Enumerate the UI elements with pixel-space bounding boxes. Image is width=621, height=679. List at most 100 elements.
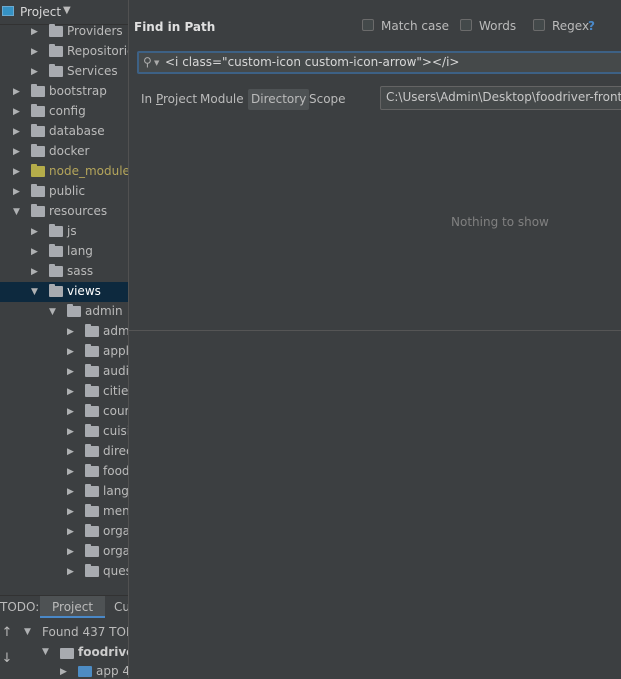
chevron-down-icon[interactable]: ▼ — [13, 206, 23, 218]
preview-splitter[interactable] — [129, 330, 621, 331]
chevron-right-icon[interactable]: ▶ — [67, 546, 77, 558]
chevron-right-icon[interactable]: ▶ — [31, 26, 41, 38]
chevron-right-icon[interactable]: ▶ — [13, 146, 23, 158]
chevron-right-icon[interactable]: ▶ — [67, 346, 77, 358]
chevron-right-icon[interactable]: ▶ — [67, 506, 77, 518]
words-checkbox[interactable]: Words — [460, 18, 520, 36]
tree-item[interactable]: ▼ admin — [0, 302, 128, 322]
tree-item[interactable]: ▶ cuisi — [0, 422, 128, 442]
tree-item[interactable]: ▶ lang — [0, 242, 128, 262]
search-input[interactable]: ⚲ ▼ <i class="custom-icon custom-icon-ar… — [137, 51, 621, 74]
chevron-right-icon[interactable]: ▶ — [13, 186, 23, 198]
chevron-right-icon[interactable]: ▶ — [31, 66, 41, 78]
todo-app-label[interactable]: app 4 — [96, 664, 130, 678]
arrow-up-icon[interactable]: ↑ — [0, 625, 14, 641]
chevron-right-icon[interactable]: ▶ — [13, 86, 23, 98]
search-input-value[interactable]: <i class="custom-icon custom-icon-arrow"… — [165, 55, 459, 69]
checkbox-box[interactable] — [460, 19, 472, 31]
tree-item[interactable]: ▶ js — [0, 222, 128, 242]
directory-input[interactable]: C:\Users\Admin\Desktop\foodriver-front-a… — [380, 86, 621, 110]
tree-item[interactable]: ▶ Services — [0, 62, 128, 82]
chevron-right-icon[interactable]: ▶ — [13, 126, 23, 138]
chevron-down-icon[interactable]: ▼ — [24, 627, 31, 637]
todo-title: TODO: — [0, 600, 40, 614]
chevron-right-icon[interactable]: ▶ — [67, 386, 77, 398]
tree-item-label: audi — [103, 364, 128, 378]
chevron-right-icon[interactable]: ▶ — [67, 526, 77, 538]
tree-item[interactable]: ▶ config — [0, 102, 128, 122]
chevron-right-icon[interactable]: ▶ — [67, 366, 77, 378]
project-view-title[interactable]: Project — [20, 5, 61, 19]
tree-item[interactable]: ▶ adm — [0, 322, 128, 342]
regex-label[interactable]: Regex — [552, 19, 589, 33]
checkbox-box[interactable] — [533, 19, 545, 31]
tree-item[interactable]: ▶ appl — [0, 342, 128, 362]
folder-icon — [49, 264, 63, 277]
scope-tab-scope[interactable]: Scope — [306, 89, 349, 110]
chevron-down-icon[interactable]: ▼ — [31, 286, 41, 298]
chevron-right-icon[interactable]: ▶ — [13, 166, 23, 178]
tree-item[interactable]: ▶ node_modules — [0, 162, 128, 182]
tree-item[interactable]: ▶ database — [0, 122, 128, 142]
tree-item[interactable]: ▶ direc — [0, 442, 128, 462]
tree-item[interactable]: ▶ food — [0, 462, 128, 482]
tree-item[interactable]: ▶ Repositorie — [0, 42, 128, 62]
folder-icon — [85, 504, 99, 517]
tree-item[interactable]: ▶ orga — [0, 522, 128, 542]
chevron-right-icon[interactable]: ▶ — [67, 326, 77, 338]
regex-checkbox[interactable]: Regex ? — [533, 18, 603, 36]
folder-icon — [49, 224, 63, 237]
checkbox-box[interactable] — [362, 19, 374, 31]
folder-icon — [85, 364, 99, 377]
tree-item-label: food — [103, 464, 128, 478]
tree-item[interactable]: ▼ resources — [0, 202, 128, 222]
chevron-right-icon[interactable]: ▶ — [67, 446, 77, 458]
scope-tab-module[interactable]: Module — [197, 89, 247, 110]
tree-item[interactable]: ▶ ques — [0, 562, 128, 582]
scope-tab-directory[interactable]: Directory — [248, 89, 310, 110]
chevron-right-icon[interactable]: ▶ — [67, 566, 77, 578]
tree-item[interactable]: ▶ bootstrap — [0, 82, 128, 102]
regex-help-icon[interactable]: ? — [588, 19, 595, 33]
tab-project[interactable]: Project — [40, 596, 106, 618]
match-case-label[interactable]: Match case — [381, 19, 449, 33]
tree-item-label: Services — [67, 64, 118, 78]
tree-item[interactable]: ▶ cities — [0, 382, 128, 402]
tree-item[interactable]: ▶ orga — [0, 542, 128, 562]
tree-item[interactable]: ▶ Providers — [0, 22, 128, 42]
folder-icon — [85, 424, 99, 437]
chevron-right-icon[interactable]: ▶ — [67, 486, 77, 498]
search-icon[interactable]: ⚲ — [143, 55, 152, 69]
chevron-right-icon[interactable]: ▶ — [31, 266, 41, 278]
chevron-right-icon[interactable]: ▶ — [67, 426, 77, 438]
words-label[interactable]: Words — [479, 19, 516, 33]
match-case-checkbox[interactable]: Match case — [362, 18, 452, 36]
tree-item[interactable]: ▶ langu — [0, 482, 128, 502]
tree-item[interactable]: ▶ public — [0, 182, 128, 202]
chevron-right-icon[interactable]: ▶ — [31, 226, 41, 238]
search-history-dropdown-icon[interactable]: ▼ — [154, 59, 159, 67]
chevron-right-icon[interactable]: ▶ — [31, 246, 41, 258]
tree-item[interactable]: ▶ audi — [0, 362, 128, 382]
chevron-right-icon[interactable]: ▶ — [67, 466, 77, 478]
tree-item-label: node_modules — [49, 164, 128, 178]
chevron-right-icon[interactable]: ▶ — [67, 406, 77, 418]
tree-item[interactable]: ▶ men — [0, 502, 128, 522]
arrow-down-icon[interactable]: ↓ — [0, 651, 14, 667]
tree-item-label: orga — [103, 524, 128, 538]
chevron-right-icon[interactable]: ▶ — [60, 667, 67, 677]
results-empty-text: Nothing to show — [451, 215, 549, 229]
chevron-down-icon[interactable]: ▼ — [49, 306, 59, 318]
directory-input-value[interactable]: C:\Users\Admin\Desktop\foodriver-front-a… — [386, 90, 621, 104]
tree-item[interactable]: ▼ views — [0, 282, 128, 302]
tree-item[interactable]: ▶ docker — [0, 142, 128, 162]
chevron-right-icon[interactable]: ▶ — [31, 46, 41, 58]
chevron-down-icon[interactable]: ▼ — [42, 647, 49, 657]
chevron-down-icon[interactable]: ▼ — [63, 5, 71, 16]
chevron-right-icon[interactable]: ▶ — [13, 106, 23, 118]
todo-folder-label[interactable]: foodrive — [78, 645, 134, 659]
tree-item[interactable]: ▶ cour — [0, 402, 128, 422]
tree-item[interactable]: ▶ sass — [0, 262, 128, 282]
scope-tab-in-project[interactable]: In Project — [138, 89, 200, 110]
tree-item-label: appl — [103, 344, 128, 358]
